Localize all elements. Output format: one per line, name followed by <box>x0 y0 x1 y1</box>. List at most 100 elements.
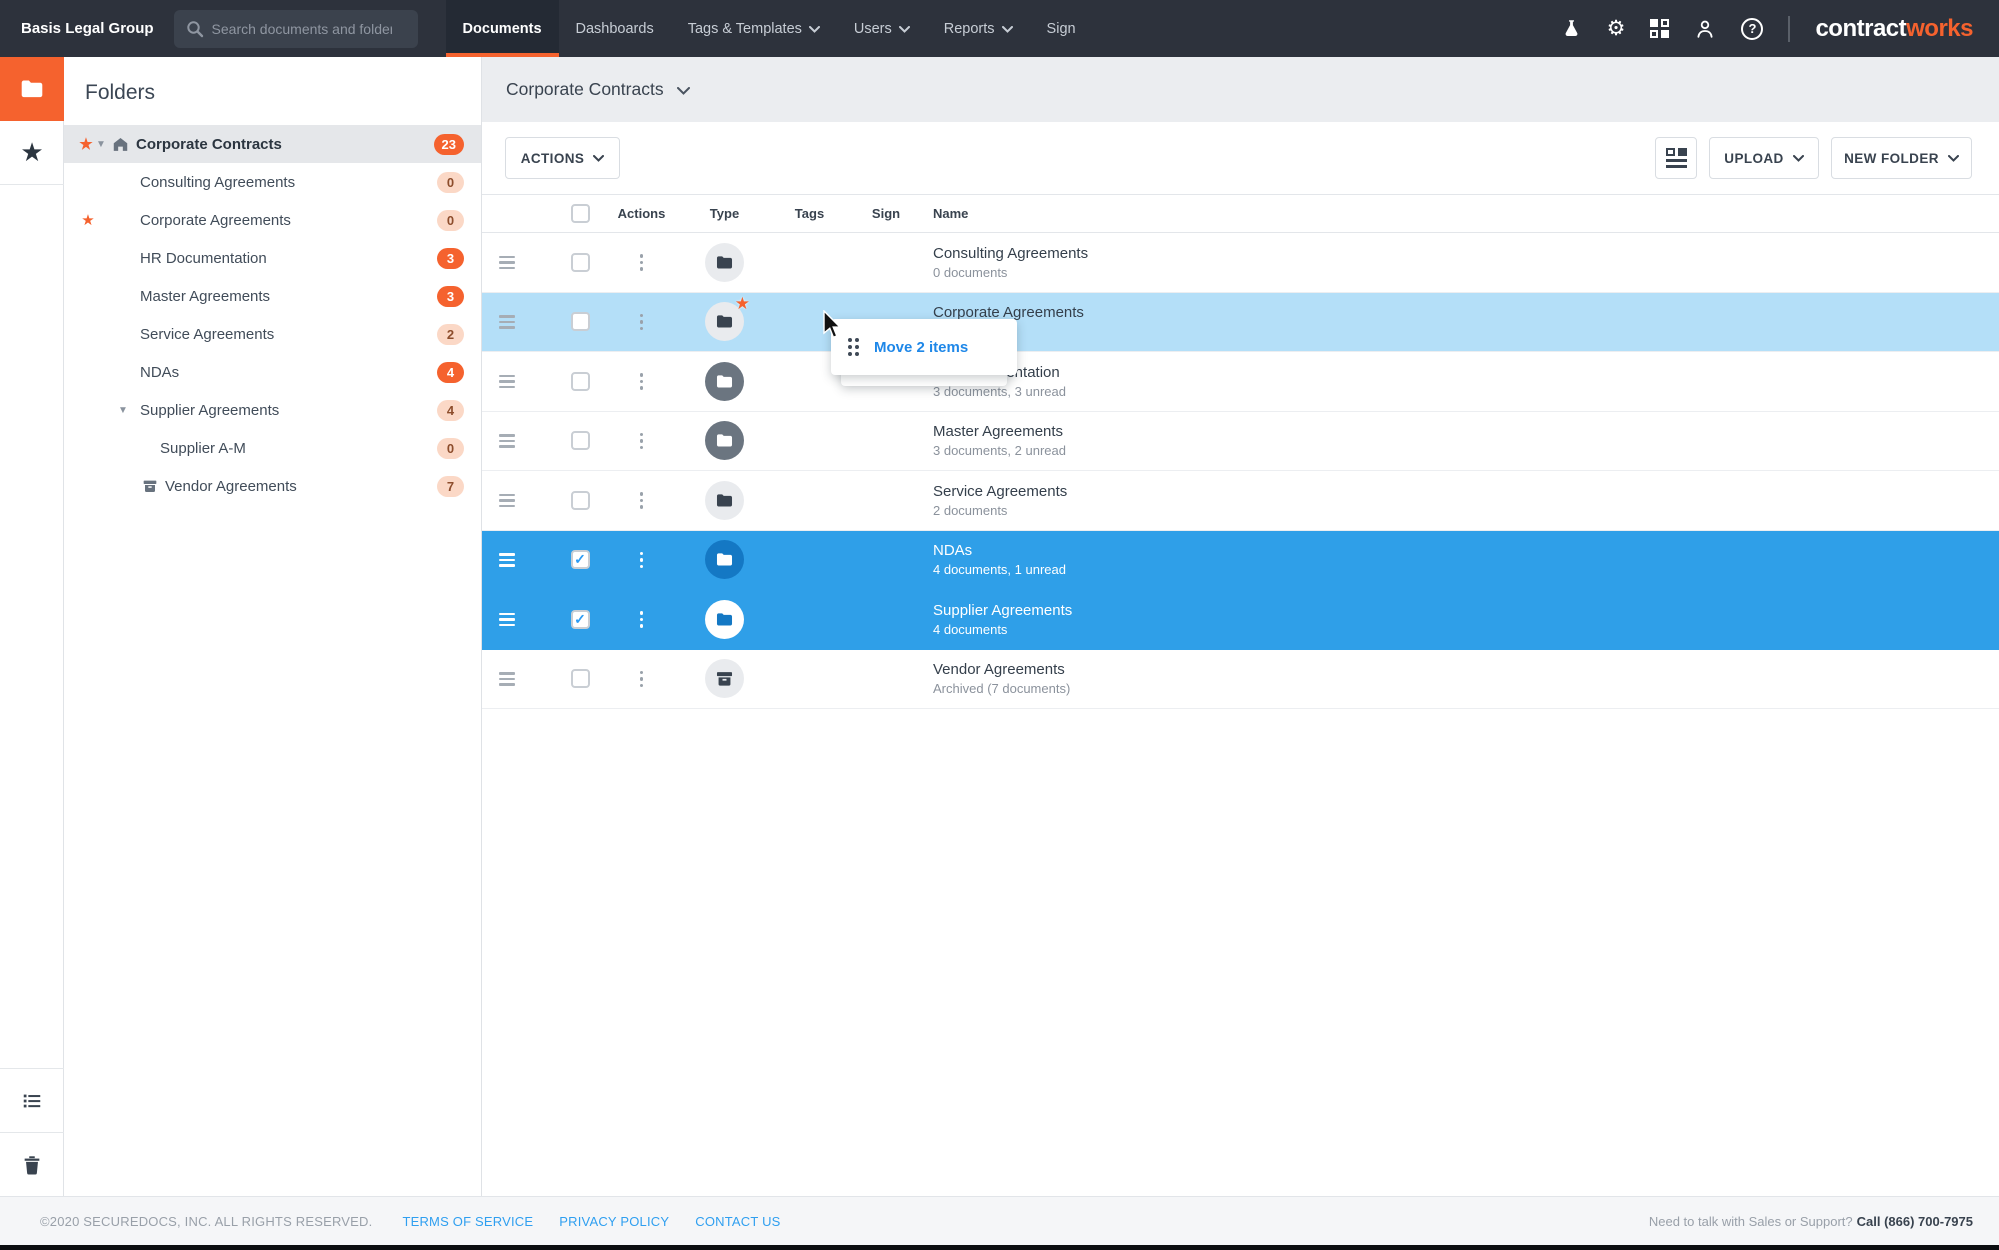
table-row[interactable]: HR Documentation 3 documents, 3 unread <box>482 352 1999 412</box>
kebab-menu-icon[interactable] <box>639 492 644 509</box>
trash-icon <box>24 1155 40 1175</box>
nav-tab-tags-templates[interactable]: Tags & Templates <box>671 0 837 57</box>
kebab-menu-icon[interactable] <box>639 611 644 628</box>
sidebar-item-consulting-agreements[interactable]: Consulting Agreements 0 <box>64 163 481 201</box>
folder-name[interactable]: Supplier Agreements <box>933 602 1999 619</box>
folder-name[interactable]: NDAs <box>933 542 1999 559</box>
row-checkbox[interactable] <box>570 371 590 391</box>
folder-name[interactable]: Master Agreements <box>933 423 1999 440</box>
table-row-drop-target[interactable]: ★ Corporate Agreements 0 documents <box>482 292 1999 352</box>
drag-handle[interactable] <box>499 255 555 269</box>
folder-type-icon <box>705 242 744 282</box>
contractworks-logo: contract works <box>1815 14 1973 42</box>
folder-type-icon-unread <box>705 361 744 401</box>
actions-button[interactable]: ACTIONS <box>505 137 620 179</box>
count-badge: 0 <box>437 209 464 231</box>
drag-handle[interactable] <box>499 493 555 507</box>
nav-tab-users[interactable]: Users <box>837 0 927 57</box>
drag-handle[interactable] <box>499 434 555 448</box>
nav-tab-documents[interactable]: Documents <box>445 0 559 57</box>
kebab-menu-icon[interactable] <box>639 432 644 449</box>
star-icon: ★ <box>20 137 44 167</box>
labs-flask-icon[interactable] <box>1561 18 1582 39</box>
rail-favorites-button[interactable]: ★ <box>0 121 64 185</box>
folder-meta: 3 documents, 3 unread <box>933 383 1066 399</box>
sidebar-item-vendor-agreements[interactable]: Vendor Agreements 7 <box>64 467 481 505</box>
folder-name[interactable]: HR Documentation <box>933 364 1999 381</box>
table-row[interactable]: Master Agreements 3 documents, 2 unread <box>482 412 1999 471</box>
top-navigation-bar: Basis Legal Group Documents Dashboards T… <box>0 0 1999 57</box>
kebab-menu-icon[interactable] <box>639 373 644 390</box>
new-folder-button[interactable]: NEW FOLDER <box>1831 137 1972 179</box>
nav-tab-reports[interactable]: Reports <box>927 0 1030 57</box>
drag-handle[interactable] <box>499 315 555 329</box>
privacy-policy-link[interactable]: PRIVACY POLICY <box>559 1214 669 1229</box>
drag-handle[interactable] <box>499 672 555 686</box>
upload-button[interactable]: UPLOAD <box>1709 137 1819 179</box>
sidebar-item-supplier-a-m[interactable]: Supplier A-M 0 <box>64 429 481 467</box>
folder-type-icon <box>705 599 744 639</box>
row-checkbox[interactable] <box>570 431 590 451</box>
chevron-down-icon <box>593 154 605 162</box>
chevron-down-icon[interactable] <box>676 87 690 95</box>
count-badge: 0 <box>437 437 464 459</box>
kebab-menu-icon[interactable] <box>639 551 644 568</box>
row-checkbox-checked[interactable]: ✓ <box>570 609 590 629</box>
caret-expanded-icon[interactable]: ▼ <box>116 405 130 416</box>
help-icon[interactable]: ? <box>1741 17 1764 40</box>
sidebar-item-ndas[interactable]: NDAs 4 <box>64 353 481 391</box>
kebab-menu-icon[interactable] <box>639 670 644 687</box>
view-toggle-button[interactable] <box>1655 137 1697 179</box>
archive-icon <box>142 478 158 494</box>
user-profile-icon[interactable] <box>1694 18 1716 40</box>
table-row[interactable]: Consulting Agreements 0 documents <box>482 233 1999 293</box>
row-checkbox[interactable] <box>570 669 590 689</box>
rail-audit-log-button[interactable] <box>0 1068 64 1132</box>
sidebar-item-service-agreements[interactable]: Service Agreements 2 <box>64 315 481 353</box>
folder-type-icon-unread <box>705 540 744 580</box>
kebab-menu-icon[interactable] <box>639 254 644 271</box>
sidebar-item-corporate-agreements[interactable]: ★ Corporate Agreements 0 <box>64 201 481 239</box>
row-checkbox[interactable] <box>570 252 590 272</box>
search-input[interactable] <box>211 20 392 37</box>
kebab-menu-icon[interactable] <box>639 313 644 330</box>
list-icon <box>23 1094 41 1107</box>
contact-us-link[interactable]: CONTACT US <box>695 1214 780 1229</box>
count-badge: 2 <box>437 323 464 345</box>
table-row-selected[interactable]: ✓ NDAs 4 documents, 1 unread <box>482 530 1999 590</box>
table-row-selected[interactable]: ✓ Supplier Agreements 4 documents <box>482 590 1999 650</box>
support-text: Need to talk with Sales or Support? Call … <box>1648 1213 1973 1229</box>
chevron-down-icon <box>1947 154 1959 162</box>
rail-trash-button[interactable] <box>0 1132 64 1196</box>
drag-handle[interactable] <box>499 612 555 626</box>
apps-grid-icon[interactable] <box>1650 19 1670 38</box>
rail-folders-button[interactable] <box>0 57 64 121</box>
folder-name[interactable]: Consulting Agreements <box>933 245 1999 262</box>
settings-gear-icon[interactable]: ⚙ <box>1607 18 1626 39</box>
sidebar-item-supplier-agreements[interactable]: ▼ Supplier Agreements 4 <box>64 391 481 429</box>
sidebar-item-master-agreements[interactable]: Master Agreements 3 <box>64 277 481 315</box>
select-all-checkbox[interactable] <box>570 204 590 223</box>
caret-expanded-icon[interactable]: ▼ <box>94 139 108 150</box>
row-checkbox[interactable] <box>570 490 590 510</box>
sidebar-item-hr-documentation[interactable]: HR Documentation 3 <box>64 239 481 277</box>
drag-handle[interactable] <box>499 553 555 567</box>
home-folder-icon <box>112 136 129 153</box>
chevron-down-icon <box>1001 26 1013 33</box>
folder-name[interactable]: Service Agreements <box>933 483 1999 500</box>
global-search[interactable] <box>173 9 418 48</box>
drag-handle[interactable] <box>499 374 555 388</box>
nav-tab-dashboards[interactable]: Dashboards <box>559 0 671 57</box>
row-checkbox-checked[interactable]: ✓ <box>570 550 590 570</box>
row-checkbox[interactable] <box>570 312 590 332</box>
table-row[interactable]: Vendor Agreements Archived (7 documents) <box>482 650 1999 709</box>
column-header-name: Name <box>933 206 969 221</box>
folder-name[interactable]: Vendor Agreements <box>933 661 1999 678</box>
folder-name[interactable]: Corporate Agreements <box>933 304 1999 321</box>
terms-of-service-link[interactable]: TERMS OF SERVICE <box>402 1214 533 1229</box>
column-header-tags: Tags <box>794 206 825 221</box>
folders-sidebar: Folders ★ ▼ Corporate Contracts 23 Consu… <box>64 57 482 1196</box>
nav-tab-sign[interactable]: Sign <box>1030 0 1093 57</box>
table-row[interactable]: Service Agreements 2 documents <box>482 471 1999 531</box>
sidebar-item-corporate-contracts[interactable]: ★ ▼ Corporate Contracts 23 <box>64 125 481 163</box>
